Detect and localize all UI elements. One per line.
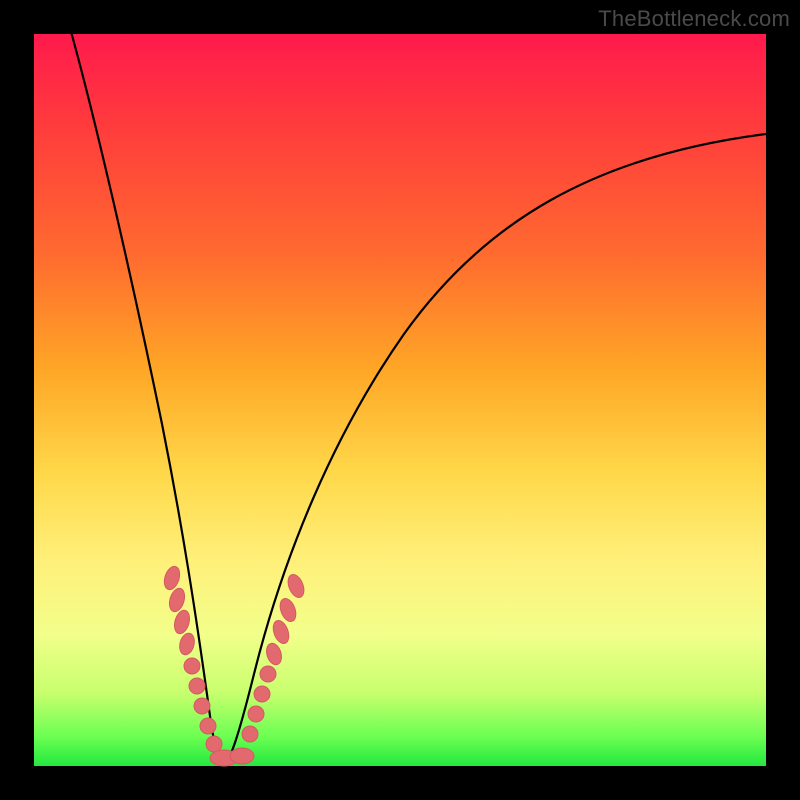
chart-frame: TheBottleneck.com [0,0,800,800]
watermark-text: TheBottleneck.com [598,6,790,32]
plot-area [34,34,766,766]
highlight-dots [162,564,307,766]
curve-path [70,28,766,764]
bottleneck-curve [34,34,766,766]
